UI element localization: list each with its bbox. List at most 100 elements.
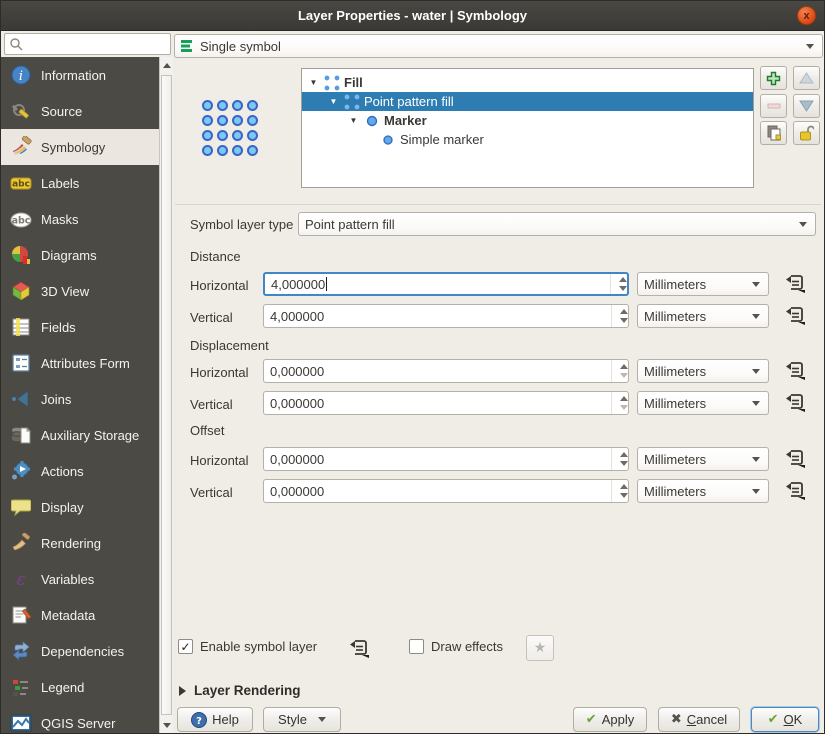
tree-row-point-pattern-fill[interactable]: ▼ Point pattern fill	[302, 92, 753, 111]
cancel-button[interactable]: ✖ Cancel	[658, 707, 740, 732]
distance-vertical-unit-select[interactable]: Millimeters	[637, 304, 769, 328]
spin-buttons[interactable]	[611, 480, 624, 502]
displacement-horizontal-input[interactable]: 0,000000	[263, 359, 629, 383]
expander-down-icon[interactable]: ▼	[309, 78, 318, 87]
spin-down-icon[interactable]	[620, 493, 628, 498]
apply-button[interactable]: ✔ Apply	[573, 707, 647, 732]
unit-value: Millimeters	[644, 309, 706, 324]
data-defined-override-button[interactable]	[782, 447, 808, 471]
data-defined-override-button[interactable]	[782, 304, 808, 328]
offset-vertical-input[interactable]: 0,000000	[263, 479, 629, 503]
ok-button[interactable]: ✔ OK	[751, 707, 819, 732]
sidebar-item-information[interactable]: i Information	[1, 57, 159, 93]
spin-down-icon[interactable]	[620, 405, 628, 410]
unit-value: Millimeters	[644, 452, 706, 467]
spin-down-icon[interactable]	[620, 461, 628, 466]
sidebar-item-qgis-server[interactable]: QGIS Server	[1, 705, 159, 733]
style-button[interactable]: Style	[263, 707, 341, 732]
move-up-button[interactable]	[793, 66, 820, 90]
spin-buttons[interactable]	[610, 274, 623, 294]
symbology-icon	[9, 135, 33, 159]
sidebar-item-auxiliary-storage[interactable]: Auxiliary Storage	[1, 417, 159, 453]
offset-horizontal-input[interactable]: 0,000000	[263, 447, 629, 471]
symbol-layer-type-select[interactable]: Point pattern fill	[298, 212, 816, 236]
sidebar-item-attributes-form[interactable]: Attributes Form	[1, 345, 159, 381]
spin-buttons[interactable]	[611, 392, 624, 414]
offset-horizontal-unit-select[interactable]: Millimeters	[637, 447, 769, 471]
displacement-vertical-input[interactable]: 0,000000	[263, 391, 629, 415]
distance-vertical-input[interactable]: 4,000000	[263, 304, 629, 328]
displacement-vertical-unit-select[interactable]: Millimeters	[637, 391, 769, 415]
expander-down-icon[interactable]: ▼	[349, 116, 358, 125]
spin-up-icon[interactable]	[620, 396, 628, 401]
spin-down-icon[interactable]	[619, 286, 627, 291]
expander-down-icon[interactable]: ▼	[329, 97, 338, 106]
sidebar-item-display[interactable]: Display	[1, 489, 159, 525]
move-down-button[interactable]	[793, 94, 820, 118]
spin-up-icon[interactable]	[620, 452, 628, 457]
enable-symbol-layer-checkbox[interactable]: ✓ Enable symbol layer	[178, 639, 317, 654]
qgis-server-icon	[9, 711, 33, 733]
sidebar-item-label: QGIS Server	[41, 716, 115, 731]
data-defined-override-button[interactable]	[782, 479, 808, 503]
sidebar-item-3d-view[interactable]: 3D View	[1, 273, 159, 309]
spin-buttons[interactable]	[611, 305, 624, 327]
spin-up-icon[interactable]	[620, 484, 628, 489]
display-icon	[9, 495, 33, 519]
data-defined-override-button[interactable]	[782, 272, 808, 296]
sidebar-item-legend[interactable]: Legend	[1, 669, 159, 705]
sidebar-item-variables[interactable]: ε Variables	[1, 561, 159, 597]
sidebar-item-source[interactable]: Source	[1, 93, 159, 129]
close-button[interactable]: x	[797, 6, 816, 25]
renderer-select[interactable]: Single symbol	[174, 34, 823, 58]
distance-horizontal-unit-select[interactable]: Millimeters	[637, 272, 769, 296]
sidebar-item-actions[interactable]: Actions	[1, 453, 159, 489]
sidebar-item-rendering[interactable]: Rendering	[1, 525, 159, 561]
data-defined-override-icon	[784, 481, 806, 501]
tree-row-fill[interactable]: ▼ Fill	[302, 73, 753, 92]
distance-horizontal-input[interactable]: 4,000000	[263, 272, 629, 296]
sidebar-item-dependencies[interactable]: Dependencies	[1, 633, 159, 669]
spin-down-icon[interactable]	[620, 373, 628, 378]
offset-vertical-unit-select[interactable]: Millimeters	[637, 479, 769, 503]
help-button[interactable]: ? Help	[177, 707, 253, 732]
search-input[interactable]	[23, 37, 153, 51]
displacement-horizontal-unit-select[interactable]: Millimeters	[637, 359, 769, 383]
spin-up-icon[interactable]	[620, 309, 628, 314]
distance-horizontal-label: Horizontal	[190, 278, 249, 293]
scrollbar-down-arrow[interactable]	[160, 717, 174, 733]
spin-down-icon[interactable]	[620, 318, 628, 323]
layer-rendering-section[interactable]: Layer Rendering	[179, 683, 301, 698]
tree-row-marker[interactable]: ▼ Marker	[302, 111, 753, 130]
sidebar-item-symbology[interactable]: Symbology	[1, 129, 159, 165]
symbol-layers-tree: ▼ Fill ▼ Point pattern fill ▼ Marker Sim…	[301, 68, 754, 188]
sidebar-item-labels[interactable]: abc Labels	[1, 165, 159, 201]
tree-row-simple-marker[interactable]: Simple marker	[302, 130, 753, 149]
sidebar-item-fields[interactable]: Fields	[1, 309, 159, 345]
sidebar-item-diagrams[interactable]: Diagrams	[1, 237, 159, 273]
data-defined-override-button[interactable]	[782, 359, 808, 383]
remove-symbol-layer-button[interactable]	[760, 94, 787, 118]
lock-colors-button[interactable]	[793, 121, 820, 145]
sidebar-scrollbar[interactable]	[159, 57, 173, 733]
spin-buttons[interactable]	[611, 448, 624, 470]
draw-effects-checkbox[interactable]: Draw effects	[409, 639, 503, 654]
data-defined-override-button[interactable]	[782, 391, 808, 415]
spin-up-icon[interactable]	[620, 364, 628, 369]
scrollbar-up-arrow[interactable]	[160, 57, 174, 73]
spin-up-icon[interactable]	[619, 277, 627, 282]
data-defined-override-button[interactable]	[346, 637, 372, 661]
sidebar-item-masks[interactable]: abc Masks	[1, 201, 159, 237]
distance-group-label: Distance	[190, 249, 241, 264]
checkbox-unchecked-icon[interactable]	[409, 639, 424, 654]
sidebar-item-joins[interactable]: Joins	[1, 381, 159, 417]
spinbox-value: 0,000000	[270, 452, 324, 467]
effects-options-button[interactable]: ★	[526, 635, 554, 661]
scrollbar-thumb[interactable]	[161, 75, 172, 715]
chevron-down-icon	[752, 282, 760, 287]
sidebar-item-metadata[interactable]: Metadata	[1, 597, 159, 633]
add-symbol-layer-button[interactable]	[760, 66, 787, 90]
duplicate-symbol-layer-button[interactable]	[760, 121, 787, 145]
spin-buttons[interactable]	[611, 360, 624, 382]
checkbox-checked-icon[interactable]: ✓	[178, 639, 193, 654]
